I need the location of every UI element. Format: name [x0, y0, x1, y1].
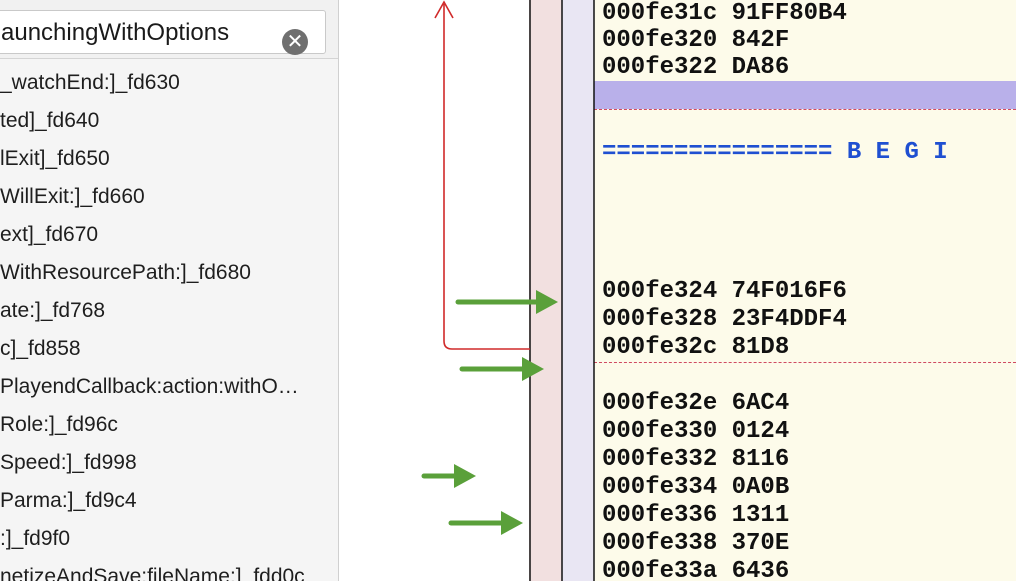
function-item[interactable]: ted]_fd640: [0, 102, 338, 140]
function-item[interactable]: :]_fd9f0: [0, 520, 338, 558]
code-line: 000fe322 DA86: [602, 54, 790, 81]
search-field-box: ✕: [0, 10, 326, 55]
code-block[interactable]: 000fe31c 91FF80B4 000fe320 842F 000fe322…: [594, 0, 1016, 585]
clear-icon[interactable]: ✕: [282, 29, 308, 55]
function-list-sidebar: ✕ _watchEnd:]_fd630 ted]_fd640 lExit]_fd…: [0, 0, 339, 581]
function-item[interactable]: _watchEnd:]_fd630: [0, 64, 338, 102]
function-item[interactable]: netizeAndSave:fileName:]_fdd0c: [0, 558, 338, 581]
block-separator: [594, 109, 1016, 110]
function-item[interactable]: ext]_fd670: [0, 216, 338, 254]
function-item[interactable]: Speed:]_fd998: [0, 444, 338, 482]
function-item[interactable]: Role:]_fd96c: [0, 406, 338, 444]
search-bar: ✕: [0, 0, 338, 59]
selected-block-highlight: [594, 81, 1016, 109]
function-item[interactable]: ate:]_fd768: [0, 292, 338, 330]
begin-marker: ================ B E G I: [602, 139, 948, 166]
code-line: 000fe320 842F: [602, 27, 790, 54]
function-item[interactable]: c]_fd858: [0, 330, 338, 368]
function-item[interactable]: WillExit:]_fd660: [0, 178, 338, 216]
code-line: 000fe334 0A0B: [602, 474, 790, 501]
code-line: 000fe324 74F016F6: [602, 278, 847, 305]
code-line: 000fe338 370E: [602, 530, 790, 557]
search-input[interactable]: [1, 11, 291, 55]
function-item[interactable]: WithResourcePath:]_fd680: [0, 254, 338, 292]
code-line: 000fe33a 6436: [602, 558, 790, 585]
code-line: 000fe32c 81D8: [602, 334, 790, 361]
code-line: 000fe32e 6AC4: [602, 390, 790, 417]
code-line: 000fe31c 91FF80B4: [602, 0, 847, 27]
code-line: 000fe328 23F4DDF4: [602, 306, 847, 333]
code-line: 000fe336 1311: [602, 502, 790, 529]
function-item[interactable]: lExit]_fd650: [0, 140, 338, 178]
function-item[interactable]: Parma:]_fd9c4: [0, 482, 338, 520]
block-separator: [594, 362, 1016, 363]
function-item[interactable]: PlayendCallback:action:withO…: [0, 368, 338, 406]
code-line: 000fe330 0124: [602, 418, 790, 445]
code-line: 000fe332 8116: [602, 446, 790, 473]
